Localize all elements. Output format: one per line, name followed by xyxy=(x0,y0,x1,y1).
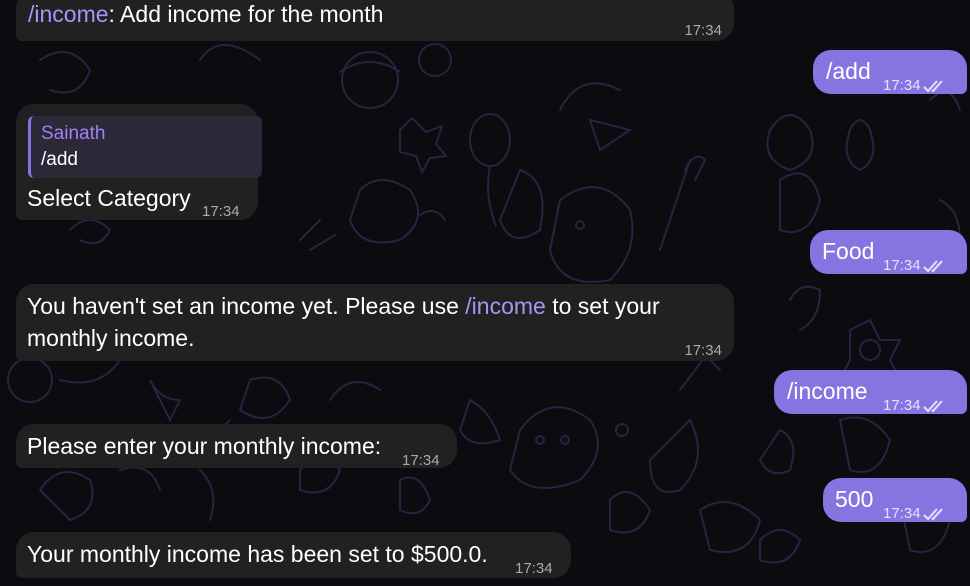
message-bubble-outgoing[interactable]: /income 17:34 xyxy=(774,370,967,414)
message-text: : Add income for the month xyxy=(108,1,384,27)
message-time: 17:34 xyxy=(883,498,949,530)
read-double-check-icon xyxy=(922,508,943,521)
message-time: 17:34 xyxy=(515,560,553,577)
command-link[interactable]: /income xyxy=(465,293,546,319)
reply-text: /add xyxy=(41,149,78,170)
message-time: 17:34 xyxy=(883,250,949,282)
read-double-check-icon xyxy=(922,80,943,93)
message-text: Your monthly income has been set to $500… xyxy=(27,541,488,567)
message-time: 17:34 xyxy=(202,203,240,220)
read-double-check-icon xyxy=(922,400,943,413)
message-bubble-outgoing[interactable]: 500 17:34 xyxy=(823,478,967,522)
message-bubble-incoming[interactable]: You haven't set an income yet. Please us… xyxy=(16,284,734,361)
message-time: 17:34 xyxy=(883,70,949,102)
message-text: Food xyxy=(822,238,875,264)
command-link[interactable]: /income xyxy=(28,1,109,27)
message-text: to set your xyxy=(545,293,660,319)
reply-sender-name: Sainath xyxy=(41,123,106,144)
message-text: /income xyxy=(787,378,868,404)
reply-quote[interactable]: Sainath /add xyxy=(28,116,262,178)
message-time: 17:34 xyxy=(684,342,722,359)
message-bubble-incoming[interactable]: Please enter your monthly income: 17:34 xyxy=(16,424,457,469)
message-time: 17:34 xyxy=(684,22,722,39)
message-text: Please enter your monthly income: xyxy=(27,433,382,459)
message-bubble-incoming[interactable]: Your monthly income has been set to $500… xyxy=(16,532,571,578)
message-time: 17:34 xyxy=(402,452,440,469)
message-text: Select Category xyxy=(27,185,191,211)
message-bubble-incoming[interactable]: /income: Add income for the month 17:34 xyxy=(16,0,734,41)
message-bubble-outgoing[interactable]: /add 17:34 xyxy=(813,50,967,94)
message-time: 17:34 xyxy=(883,390,949,422)
message-text: /add xyxy=(826,58,871,84)
message-text: monthly income. xyxy=(27,325,195,351)
message-bubble-incoming[interactable]: Sainath /add Select Category 17:34 xyxy=(16,104,262,220)
message-bubble-outgoing[interactable]: Food 17:34 xyxy=(810,230,967,274)
message-text: 500 xyxy=(835,486,874,512)
message-text: You haven't set an income yet. Please us… xyxy=(27,293,466,319)
read-double-check-icon xyxy=(922,260,943,273)
